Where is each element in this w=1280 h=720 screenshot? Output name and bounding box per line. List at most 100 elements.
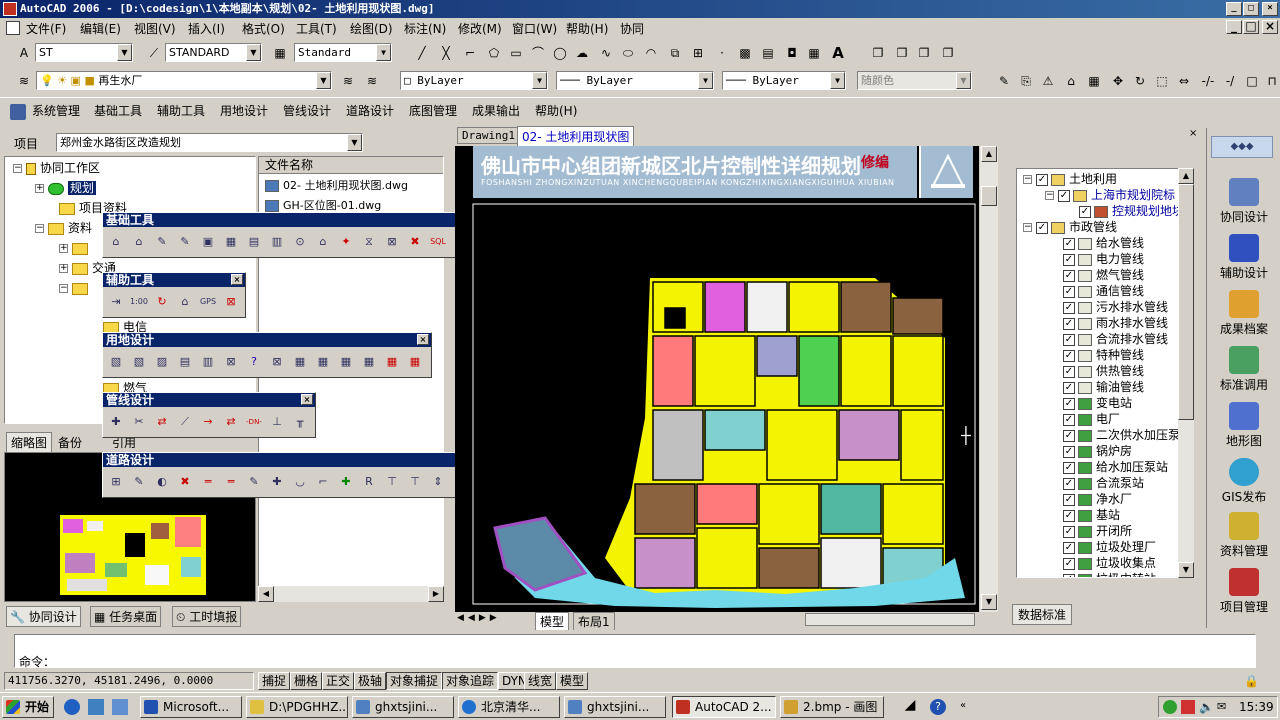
tool-icon[interactable]: ⇄ — [153, 413, 171, 431]
tool-icon[interactable]: ▥ — [199, 353, 217, 371]
layer-group-municipal[interactable]: − ✓ 市政管线 — [1023, 219, 1117, 235]
tool-icon[interactable]: ▣ — [199, 233, 217, 251]
tool-icon[interactable]: ⌂ — [130, 233, 148, 251]
scroll-down-icon[interactable]: ▼ — [981, 594, 997, 610]
layer-item[interactable]: ✓ 供热管线 — [1063, 363, 1144, 379]
checkbox-icon[interactable]: ✓ — [1063, 365, 1075, 378]
rotate-icon[interactable]: ↻ — [1132, 73, 1148, 89]
dim-style-select[interactable]: STANDARD ▼ — [165, 43, 262, 62]
maximize-button[interactable]: □ — [1243, 2, 1259, 16]
layer-item[interactable]: ✓ 通信管线 — [1063, 283, 1144, 299]
tool-icon[interactable]: ⊠ — [383, 233, 401, 251]
tool-icon[interactable]: ⌂ — [314, 233, 332, 251]
checkbox-icon[interactable]: ✓ — [1063, 269, 1075, 282]
break-icon[interactable]: □ — [1244, 73, 1260, 89]
tool-icon[interactable]: ⊤ — [383, 473, 401, 491]
make-block-icon[interactable]: ⊞ — [690, 45, 706, 61]
move-icon[interactable]: ✥ — [1110, 73, 1126, 89]
tool-icon[interactable]: ⌂ — [176, 293, 194, 311]
close-icon[interactable]: × — [417, 334, 429, 345]
layer-item[interactable]: ✓ 合流泵站 — [1063, 475, 1144, 491]
network-tray-icon[interactable] — [1163, 700, 1177, 714]
command-line[interactable]: 命令： — [14, 634, 1256, 669]
tab-preview[interactable]: 缩略图 — [6, 432, 53, 452]
layer-item[interactable]: ✓ 锅炉房 — [1063, 443, 1132, 459]
lineweight-select[interactable]: ─── ByLayer ▼ — [722, 71, 846, 90]
tool-icon[interactable]: R — [360, 473, 378, 491]
tool-cowork-design[interactable]: 协同设计 — [1208, 178, 1280, 225]
file-list-header[interactable]: 文件名称 — [259, 157, 443, 174]
layer-manager-icon[interactable]: ≋ — [16, 73, 32, 89]
close-button[interactable]: × — [1262, 2, 1278, 16]
checkbox-icon[interactable]: ✓ — [1063, 573, 1075, 577]
menu-modify[interactable]: 修改(M) — [458, 20, 502, 37]
array-icon[interactable]: ▦ — [1086, 73, 1102, 89]
file-item[interactable]: GH-区位图-01.dwg — [265, 197, 381, 213]
tool-icon[interactable]: ⧖ — [360, 233, 378, 251]
ellipse-icon[interactable]: ⬭ — [620, 45, 636, 61]
tool-icon[interactable]: ⊠ — [222, 353, 240, 371]
tool-icon[interactable]: ▤ — [176, 353, 194, 371]
desktop-quicklaunch-icon[interactable] — [88, 699, 104, 715]
layer-item[interactable]: ✓ 变电站 — [1063, 395, 1132, 411]
menu-format[interactable]: 格式(O) — [242, 20, 285, 37]
tree-item-data[interactable]: − 资料 — [35, 220, 92, 236]
tool-icon[interactable]: GPS — [199, 293, 217, 311]
tab-cowork-design[interactable]: 🔧 协同设计 — [6, 606, 81, 627]
layer-item[interactable]: ✓ 给水加压泵站 — [1063, 459, 1168, 475]
checkbox-icon[interactable]: ✓ — [1063, 509, 1075, 522]
checkbox-icon[interactable]: ✓ — [1063, 253, 1075, 266]
tree-item-folder-a[interactable]: + — [59, 240, 92, 256]
tool-icon[interactable]: ▤ — [245, 233, 263, 251]
spline-icon[interactable]: ∿ — [598, 45, 614, 61]
doc-restore-button[interactable]: □ — [1243, 20, 1259, 34]
task-ghxt-1[interactable]: ghxtsjini... — [352, 696, 454, 718]
menu-road-design[interactable]: 道路设计 — [346, 102, 394, 119]
checkbox-icon[interactable]: ✓ — [1063, 461, 1075, 474]
tool-icon[interactable]: ▦ — [291, 353, 309, 371]
tab-backup[interactable]: 备份 — [54, 433, 86, 452]
tool-icon[interactable]: ✎ — [245, 473, 263, 491]
scroll-thumb[interactable] — [981, 186, 997, 206]
checkbox-icon[interactable]: ✓ — [1063, 429, 1075, 442]
panel-header-icon[interactable]: ◆◆◆ — [1211, 136, 1273, 158]
menu-view[interactable]: 视图(V) — [134, 20, 176, 37]
tool-icon[interactable]: ✎ — [176, 233, 194, 251]
menu-help[interactable]: 帮助(H) — [566, 20, 608, 37]
arc-icon[interactable]: ⌒ — [530, 45, 546, 61]
tool-icon[interactable]: ▦ — [314, 353, 332, 371]
tool-icon[interactable]: -DN- — [245, 413, 263, 431]
layer-item[interactable]: ✓ 特种管线 — [1063, 347, 1144, 363]
layer-select[interactable]: 💡 ☀ ▣ ■ 再生水厂 ▼ — [36, 71, 332, 90]
checkbox-icon[interactable]: ✓ — [1063, 525, 1075, 538]
lineweight-toggle[interactable]: 线宽 — [524, 672, 557, 690]
tool-icon[interactable]: ✖ — [176, 473, 194, 491]
checkbox-icon[interactable]: ✓ — [1063, 493, 1075, 506]
tool-icon[interactable]: ✖ — [406, 233, 424, 251]
volume-tray-icon[interactable]: 🔈 — [1199, 700, 1214, 714]
tab-nav-arrows-icon[interactable]: ◀◀▶▶ — [457, 613, 501, 623]
tool-icon[interactable]: ✚ — [107, 413, 125, 431]
ellipse-arc-icon[interactable]: ◠ — [643, 45, 659, 61]
offset-icon[interactable]: ⌂ — [1063, 73, 1079, 89]
tab-data-standard[interactable]: 数据标准 — [1012, 604, 1073, 625]
scroll-up-icon[interactable]: ▲ — [981, 146, 997, 162]
layer-item[interactable]: ✓ 垃圾处理厂 — [1063, 539, 1156, 555]
doc-minimize-button[interactable]: _ — [1226, 20, 1242, 34]
tool-icon[interactable]: ▧ — [130, 353, 148, 371]
tool-icon[interactable]: ▦ — [360, 353, 378, 371]
stretch-icon[interactable]: ⇔ — [1176, 73, 1192, 89]
menu-tools[interactable]: 工具(T) — [296, 20, 337, 37]
scroll-right-icon[interactable]: ▶ — [428, 586, 444, 602]
security-tray-icon[interactable] — [1181, 700, 1195, 714]
layer-item[interactable]: ✓ 燃气管线 — [1063, 267, 1144, 283]
tool-icon[interactable]: ✎ — [153, 233, 171, 251]
layer-item[interactable]: ✓ 雨水排水管线 — [1063, 315, 1168, 331]
model-toggle[interactable]: 模型 — [556, 672, 589, 690]
tool-icon[interactable]: ⊞ — [107, 473, 125, 491]
tool-standard-call[interactable]: 标准调用 — [1208, 346, 1280, 393]
tool-icon[interactable]: ▨ — [153, 353, 171, 371]
file-item[interactable]: 02- 土地利用现状图.dwg — [265, 177, 408, 193]
tool-icon[interactable]: ✎ — [130, 473, 148, 491]
doc-close-button[interactable]: × — [1262, 20, 1278, 34]
